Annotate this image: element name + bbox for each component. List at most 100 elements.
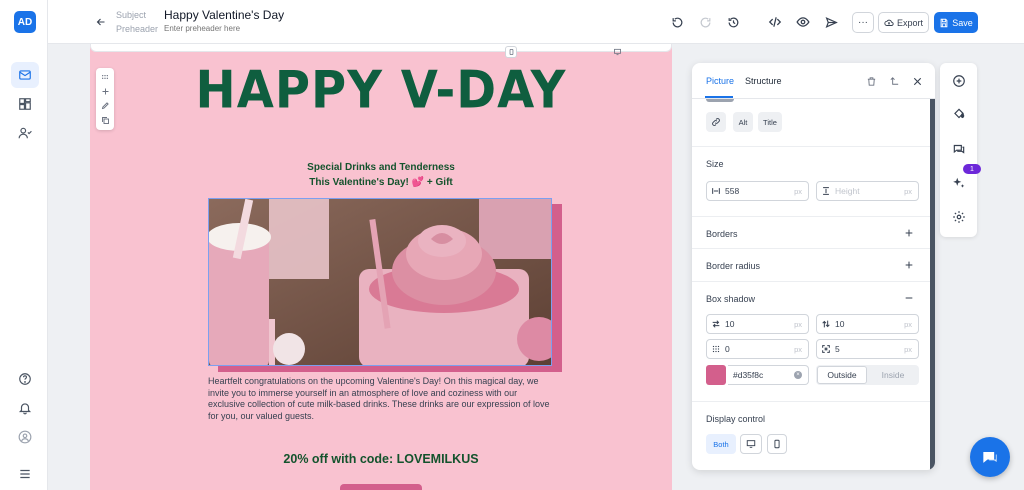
users-icon	[18, 127, 32, 139]
display-both-button[interactable]: Both	[706, 434, 736, 454]
close-panel-button[interactable]	[910, 74, 924, 88]
desktop-preview-icon[interactable]	[611, 46, 623, 58]
shadow-x-value: 10	[725, 319, 735, 329]
comments-button[interactable]	[951, 141, 967, 157]
delete-block-button[interactable]	[864, 74, 878, 88]
link-button[interactable]	[706, 112, 726, 132]
export-label: Export	[896, 17, 923, 28]
spread-icon	[817, 344, 835, 354]
tab-structure[interactable]: Structure	[745, 76, 782, 86]
sidebar-menu-button[interactable]	[11, 461, 39, 487]
size-section: Size 558 px Height px	[692, 146, 930, 216]
display-mobile-button[interactable]	[767, 434, 787, 454]
email-subheadline-2[interactable]: This Valentine's Day! 💕 + Gift	[90, 177, 672, 188]
ellipsis-icon: ···	[858, 17, 868, 28]
clear-color-icon[interactable]: ×	[794, 371, 802, 379]
shadow-blur-value: 0	[725, 344, 730, 354]
shadow-y-unit: px	[904, 319, 912, 329]
save-button[interactable]: Save	[934, 12, 978, 33]
box-shadow-minus-icon[interactable]	[903, 292, 915, 304]
shadow-blur-input[interactable]: 0 px	[706, 339, 809, 359]
height-icon	[817, 186, 835, 196]
save-label: Save	[952, 17, 973, 28]
ai-assistant-button[interactable]	[951, 175, 967, 191]
display-desktop-button[interactable]	[740, 434, 762, 454]
sidebar-help-button[interactable]	[11, 366, 39, 392]
shadow-outside-option[interactable]: Outside	[817, 366, 867, 384]
shadow-color-value: #d35f8c	[733, 370, 764, 380]
display-control-section: Display control Both	[692, 401, 930, 470]
more-options-button[interactable]: ···	[852, 12, 874, 33]
bell-icon	[18, 403, 32, 415]
mail-icon	[19, 70, 31, 80]
support-chat-button[interactable]	[970, 437, 1010, 477]
chat-bubbles-icon	[953, 144, 965, 154]
export-button[interactable]: Export	[878, 12, 929, 33]
shadow-x-unit: px	[794, 319, 802, 329]
arrow-up-left-icon	[890, 76, 898, 85]
history-button[interactable]	[724, 13, 742, 31]
send-test-button[interactable]	[822, 13, 840, 31]
subject-input[interactable]: Happy Valentine's Day	[164, 8, 284, 22]
avatar-icon	[18, 430, 32, 444]
shadow-color-swatch[interactable]	[706, 365, 726, 385]
preheader-input[interactable]	[164, 24, 324, 33]
back-button[interactable]	[92, 13, 110, 31]
sidebar-email-button[interactable]	[11, 62, 39, 88]
shadow-inside-option[interactable]: Inside	[868, 366, 918, 384]
app-logo[interactable]: AD	[14, 11, 36, 33]
borders-plus-icon[interactable]	[903, 227, 915, 239]
shadow-x-input[interactable]: 10 px	[706, 314, 809, 334]
email-hero-image[interactable]	[208, 198, 552, 366]
picture-settings-panel: Picture Structure Alt Title Size 558 px …	[692, 63, 935, 470]
shadow-y-icon	[817, 319, 835, 329]
shadow-spread-input[interactable]: 5 px	[816, 339, 919, 359]
preheader-label: Preheader	[116, 24, 159, 34]
sidebar-notifications-button[interactable]	[11, 395, 39, 421]
preview-button[interactable]	[794, 13, 812, 31]
link-icon	[712, 118, 720, 126]
width-input[interactable]: 558 px	[706, 181, 809, 201]
add-block-button[interactable]	[951, 73, 967, 89]
sidebar-templates-button[interactable]	[11, 91, 39, 117]
help-icon	[19, 373, 31, 385]
hamburger-icon	[20, 469, 30, 479]
canvas-top-block	[90, 44, 672, 52]
email-headline[interactable]: HAPPY V-DAY	[90, 60, 672, 120]
border-radius-section[interactable]: Border radius	[692, 248, 930, 281]
gear-icon	[953, 211, 965, 223]
shadow-color-input[interactable]: #d35f8c ×	[728, 365, 809, 385]
panel-scrollbar[interactable]	[930, 99, 935, 470]
undo-icon	[672, 17, 682, 27]
alt-button[interactable]: Alt	[733, 112, 753, 132]
tab-picture[interactable]: Picture	[706, 76, 734, 86]
shadow-y-value: 10	[835, 319, 845, 329]
borders-section[interactable]: Borders	[692, 216, 930, 248]
trash-icon	[867, 76, 875, 86]
select-parent-button[interactable]	[887, 74, 901, 88]
blur-icon	[707, 344, 725, 354]
send-icon	[825, 16, 838, 28]
mobile-preview-icon[interactable]	[505, 46, 517, 58]
undo-button[interactable]	[668, 13, 686, 31]
shadow-spread-value: 5	[835, 344, 840, 354]
width-value: 558	[725, 186, 740, 196]
sidebar-profile-button[interactable]	[11, 424, 39, 450]
email-body-text[interactable]: Heartfelt congratulations on the upcomin…	[208, 376, 552, 422]
settings-button[interactable]	[951, 209, 967, 225]
email-subheadline-1[interactable]: Special Drinks and Tenderness	[90, 162, 672, 173]
plus-circle-icon	[953, 75, 965, 87]
code-view-button[interactable]	[766, 13, 784, 31]
redo-button[interactable]	[696, 13, 714, 31]
height-input[interactable]: Height px	[816, 181, 919, 201]
styles-button[interactable]	[951, 106, 967, 122]
email-canvas[interactable]: HAPPY V-DAY Special Drinks and Tendernes…	[90, 44, 672, 490]
sidebar-contacts-button[interactable]	[11, 120, 39, 146]
border-radius-plus-icon[interactable]	[903, 259, 915, 271]
image-thumbnail-edge	[706, 99, 734, 102]
email-promo-code[interactable]: 20% off with code: LOVEMILKUS	[90, 452, 672, 466]
email-cta-button[interactable]	[340, 484, 422, 490]
shadow-y-input[interactable]: 10 px	[816, 314, 919, 334]
title-button[interactable]: Title	[758, 112, 782, 132]
shadow-spread-unit: px	[904, 344, 912, 354]
